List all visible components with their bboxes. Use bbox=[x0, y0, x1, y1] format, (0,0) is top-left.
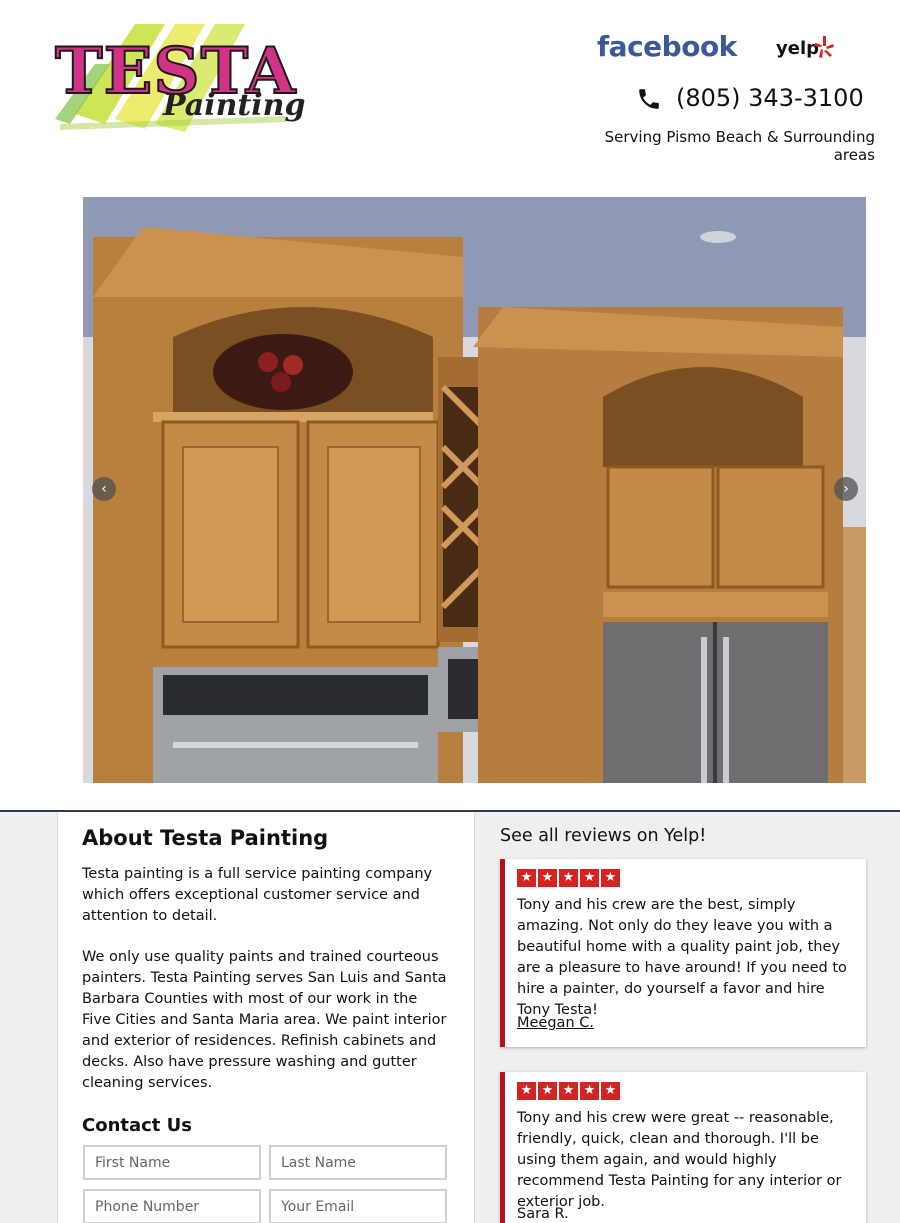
review-card: ★ ★ ★ ★ ★ Tony and his crew are the best… bbox=[500, 859, 866, 1047]
star-icon: ★ bbox=[559, 1082, 578, 1100]
phone-number[interactable]: (805) 343-3100 bbox=[676, 84, 864, 112]
phone-icon bbox=[639, 89, 659, 109]
star-icon: ★ bbox=[580, 869, 599, 887]
star-icon: ★ bbox=[538, 1082, 557, 1100]
site-header: TESTA Painting facebook yelp (805) 343-3… bbox=[0, 0, 900, 197]
logo-subtitle: Painting bbox=[163, 88, 306, 123]
site-logo[interactable]: TESTA Painting bbox=[54, 24, 305, 136]
review-text: Tony and his crew are the best, simply a… bbox=[517, 897, 847, 1018]
star-icon: ★ bbox=[601, 869, 620, 887]
about-title: About Testa Painting bbox=[82, 826, 329, 850]
first-name-input[interactable] bbox=[83, 1145, 261, 1180]
review-author: Sara R. bbox=[517, 1206, 569, 1222]
star-icon: ★ bbox=[517, 869, 536, 887]
review-text: Tony and his crew were great -- reasonab… bbox=[517, 1110, 842, 1210]
star-icon: ★ bbox=[580, 1082, 599, 1100]
star-icon: ★ bbox=[601, 1082, 620, 1100]
last-name-input[interactable] bbox=[269, 1145, 447, 1180]
review-author-link[interactable]: Meegan C. bbox=[517, 1015, 594, 1031]
kitchen-cabinets-image bbox=[83, 197, 866, 783]
about-paragraph-2: We only use quality paints and trained c… bbox=[82, 949, 447, 1091]
star-icon: ★ bbox=[538, 869, 557, 887]
yelp-burst-icon bbox=[814, 36, 834, 58]
yelp-reviews-link[interactable]: See all reviews on Yelp! bbox=[500, 826, 706, 846]
service-area-text: Serving Pismo Beach & Surrounding areas bbox=[604, 128, 875, 164]
hero-carousel-image bbox=[83, 197, 866, 783]
star-rating: ★ ★ ★ ★ ★ bbox=[517, 1082, 620, 1100]
about-paragraph-1: Testa painting is a full service paintin… bbox=[82, 866, 433, 924]
facebook-link[interactable]: facebook bbox=[597, 30, 737, 63]
phone-number-input[interactable] bbox=[83, 1189, 261, 1223]
carousel-next-button[interactable]: › bbox=[834, 477, 858, 501]
star-rating: ★ ★ ★ ★ ★ bbox=[517, 869, 620, 887]
star-icon: ★ bbox=[517, 1082, 536, 1100]
contact-title: Contact Us bbox=[82, 1115, 193, 1136]
review-card: ★ ★ ★ ★ ★ Tony and his crew were great -… bbox=[500, 1072, 866, 1223]
carousel-prev-button[interactable]: ‹ bbox=[92, 477, 116, 501]
email-input[interactable] bbox=[269, 1189, 447, 1223]
star-icon: ★ bbox=[559, 869, 578, 887]
yelp-link[interactable]: yelp bbox=[776, 38, 819, 59]
